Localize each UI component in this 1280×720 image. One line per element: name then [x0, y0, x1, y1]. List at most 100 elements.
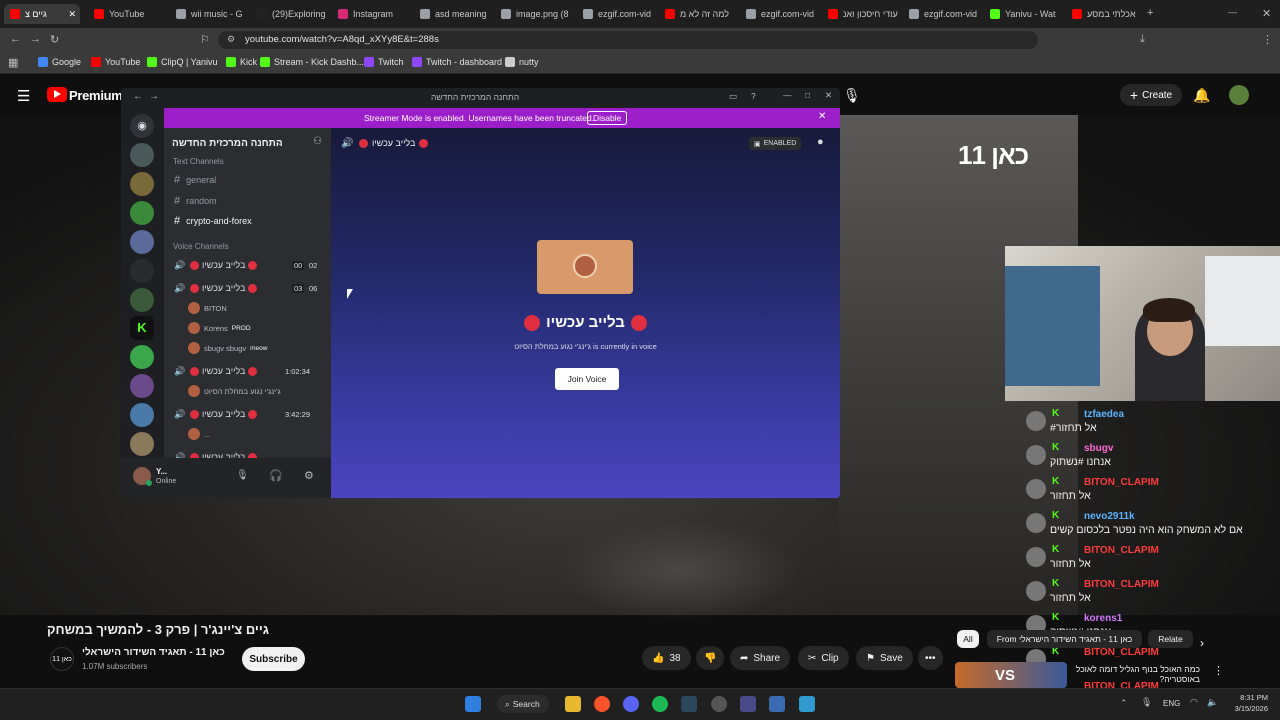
bookmark-item[interactable]: Google	[38, 57, 81, 67]
disable-streamer-mode-button[interactable]: Disable	[587, 111, 628, 125]
browser-tab[interactable]: גיים צ ✕	[4, 4, 80, 24]
browser-tab[interactable]: אכלתי במסע	[1066, 4, 1142, 24]
voice-user[interactable]: BITON	[188, 302, 227, 314]
discord-minimize-icon[interactable]: —	[783, 90, 792, 100]
subscribe-button[interactable]: Subscribe	[242, 647, 305, 671]
site-info-icon[interactable]: ⚙	[227, 34, 235, 45]
recommended-thumbnail[interactable]: VS	[955, 662, 1067, 688]
browser-tab[interactable]: עודי חיסכון ואנ	[822, 4, 898, 24]
dislike-button[interactable]: 👎	[696, 646, 725, 670]
discord-close-icon[interactable]: ✕	[825, 90, 832, 101]
tray-mic-icon[interactable]: 🎙	[1141, 697, 1152, 708]
tray-chevron-icon[interactable]: ⌃	[1120, 698, 1128, 709]
volume-icon[interactable]: 🔈	[1207, 697, 1218, 708]
server-icon[interactable]	[130, 143, 154, 167]
text-channel-general[interactable]: # general	[174, 174, 216, 186]
discord-maximize-icon[interactable]: □	[805, 90, 810, 100]
browser-tab[interactable]: ezgif.com-vid	[577, 4, 653, 24]
browser-tab[interactable]: ezgif.com-vid	[903, 4, 979, 24]
browser-tab[interactable]: למה זה לא מ	[659, 4, 735, 24]
bookmark-item[interactable]: Kick	[226, 57, 257, 67]
text-channel-random[interactable]: # random	[174, 195, 217, 207]
windows-start-icon[interactable]	[465, 696, 481, 712]
discord-back-icon[interactable]: ←	[133, 91, 143, 102]
server-icon[interactable]	[130, 432, 154, 456]
app-icon[interactable]	[740, 696, 756, 712]
server-icon[interactable]	[130, 403, 154, 427]
bookmark-item[interactable]: Twitch - dashboard	[412, 57, 502, 67]
browser-tab[interactable]: Yanivu - Wat	[984, 4, 1060, 24]
server-name[interactable]: התחנה המרכזית החדשה	[172, 138, 283, 149]
apps-grid-icon[interactable]: ▦	[8, 56, 18, 69]
voice-channel[interactable]: 🔊 בלייב עכשיו 00 02	[164, 259, 331, 273]
text-channel-crypto-and-forex[interactable]: # crypto-and-forex	[174, 215, 252, 227]
taskbar-search[interactable]: ⌕ Search	[497, 695, 549, 713]
bookmark-item[interactable]: Stream - Kick Dashb...	[260, 57, 364, 67]
inbox-icon[interactable]: ▭	[729, 91, 737, 102]
browser-tab[interactable]: image.png (8	[495, 4, 571, 24]
clock-time[interactable]: 8:31 PM	[1236, 693, 1268, 702]
banner-close-icon[interactable]: ✕	[818, 111, 826, 122]
steam-icon[interactable]	[681, 696, 697, 712]
notepad-icon[interactable]	[799, 696, 815, 712]
more-actions-button[interactable]: •••	[918, 646, 943, 670]
recommended-menu-icon[interactable]: ⋮	[1213, 664, 1224, 677]
voice-channel[interactable]: 🔊 בלייב עכשיו 03 06	[164, 282, 331, 296]
menu-dots-icon[interactable]: ⋮	[1262, 33, 1273, 46]
discord-taskbar-icon[interactable]	[623, 696, 639, 712]
text-channels-category[interactable]: Text Channels	[173, 157, 224, 166]
server-icon[interactable]	[130, 288, 154, 312]
notifications-bell-icon[interactable]: 🔔	[1193, 87, 1210, 104]
microphone-icon[interactable]: 🎙	[236, 470, 249, 481]
back-icon[interactable]: ←	[10, 33, 21, 45]
filter-chip[interactable]: From כאן 11 - תאגיד השידור הישראלי	[987, 630, 1142, 648]
chips-next-icon[interactable]: ›	[1200, 636, 1204, 650]
voice-channels-category[interactable]: Voice Channels	[173, 242, 229, 251]
bookmark-item[interactable]: ClipQ | Yanivu	[147, 57, 218, 67]
language-indicator[interactable]: ENG	[1163, 699, 1180, 708]
server-icon[interactable]	[130, 201, 154, 225]
bookmark-item[interactable]: nutty	[505, 57, 539, 67]
user-name[interactable]: Y...	[156, 467, 167, 476]
discord-forward-icon[interactable]: →	[149, 91, 159, 102]
channel-name[interactable]: כאן 11 - תאגיד השידור הישראלי	[82, 647, 225, 658]
reload-icon[interactable]: ↻	[50, 33, 59, 46]
account-avatar[interactable]	[1229, 85, 1249, 105]
obs-icon[interactable]	[711, 696, 727, 712]
chevron-down-icon[interactable]: ⌄	[276, 137, 284, 148]
help-icon[interactable]: ?	[751, 91, 756, 101]
headphones-icon[interactable]: 🎧	[269, 469, 283, 482]
filter-chip[interactable]: All	[957, 630, 979, 648]
join-voice-button[interactable]: Join Voice	[555, 368, 619, 390]
server-icon[interactable]	[130, 374, 154, 398]
app-icon[interactable]	[769, 696, 785, 712]
save-button[interactable]: ⚑ Save	[856, 646, 913, 670]
discord-home-icon[interactable]: ◉	[130, 114, 154, 138]
bookmark-item[interactable]: YouTube	[91, 57, 140, 67]
server-icon[interactable]	[130, 172, 154, 196]
kick-server-icon[interactable]: K	[130, 316, 154, 340]
browser-tab[interactable]: (29)Exploring	[251, 4, 327, 24]
download-icon[interactable]: ⤓	[1140, 33, 1145, 46]
browser-tab[interactable]: wii music - G	[170, 4, 246, 24]
browser-tab[interactable]: YouTube	[88, 4, 164, 24]
voice-user[interactable]: ג'ינג'י נגוע במחלת הסיוט	[188, 385, 281, 397]
chat-bubble-icon[interactable]: ●	[817, 136, 824, 148]
forward-icon[interactable]: →	[30, 33, 41, 45]
file-explorer-icon[interactable]	[565, 696, 581, 712]
filter-chip[interactable]: Relate	[1148, 630, 1193, 648]
wifi-icon[interactable]: ◠	[1190, 697, 1198, 708]
voice-search-icon[interactable]: 🎙	[843, 87, 861, 104]
share-button[interactable]: ➦ Share	[730, 646, 791, 670]
spotify-icon[interactable]	[652, 696, 668, 712]
server-icon[interactable]	[130, 230, 154, 254]
browser-tab[interactable]: Instagram	[332, 4, 408, 24]
browser-tab[interactable]: asd meaning	[414, 4, 490, 24]
create-button[interactable]: + Create	[1120, 84, 1182, 106]
hamburger-menu-icon[interactable]: ☰	[17, 87, 30, 105]
server-icon[interactable]	[130, 259, 154, 283]
clip-button[interactable]: ✂ Clip	[798, 646, 849, 670]
tab-close-icon[interactable]: ✕	[68, 9, 76, 20]
voice-channel[interactable]: 🔊 בלייב עכשיו 3:42:29	[164, 408, 331, 422]
invite-people-icon[interactable]: ⚇	[313, 136, 322, 147]
